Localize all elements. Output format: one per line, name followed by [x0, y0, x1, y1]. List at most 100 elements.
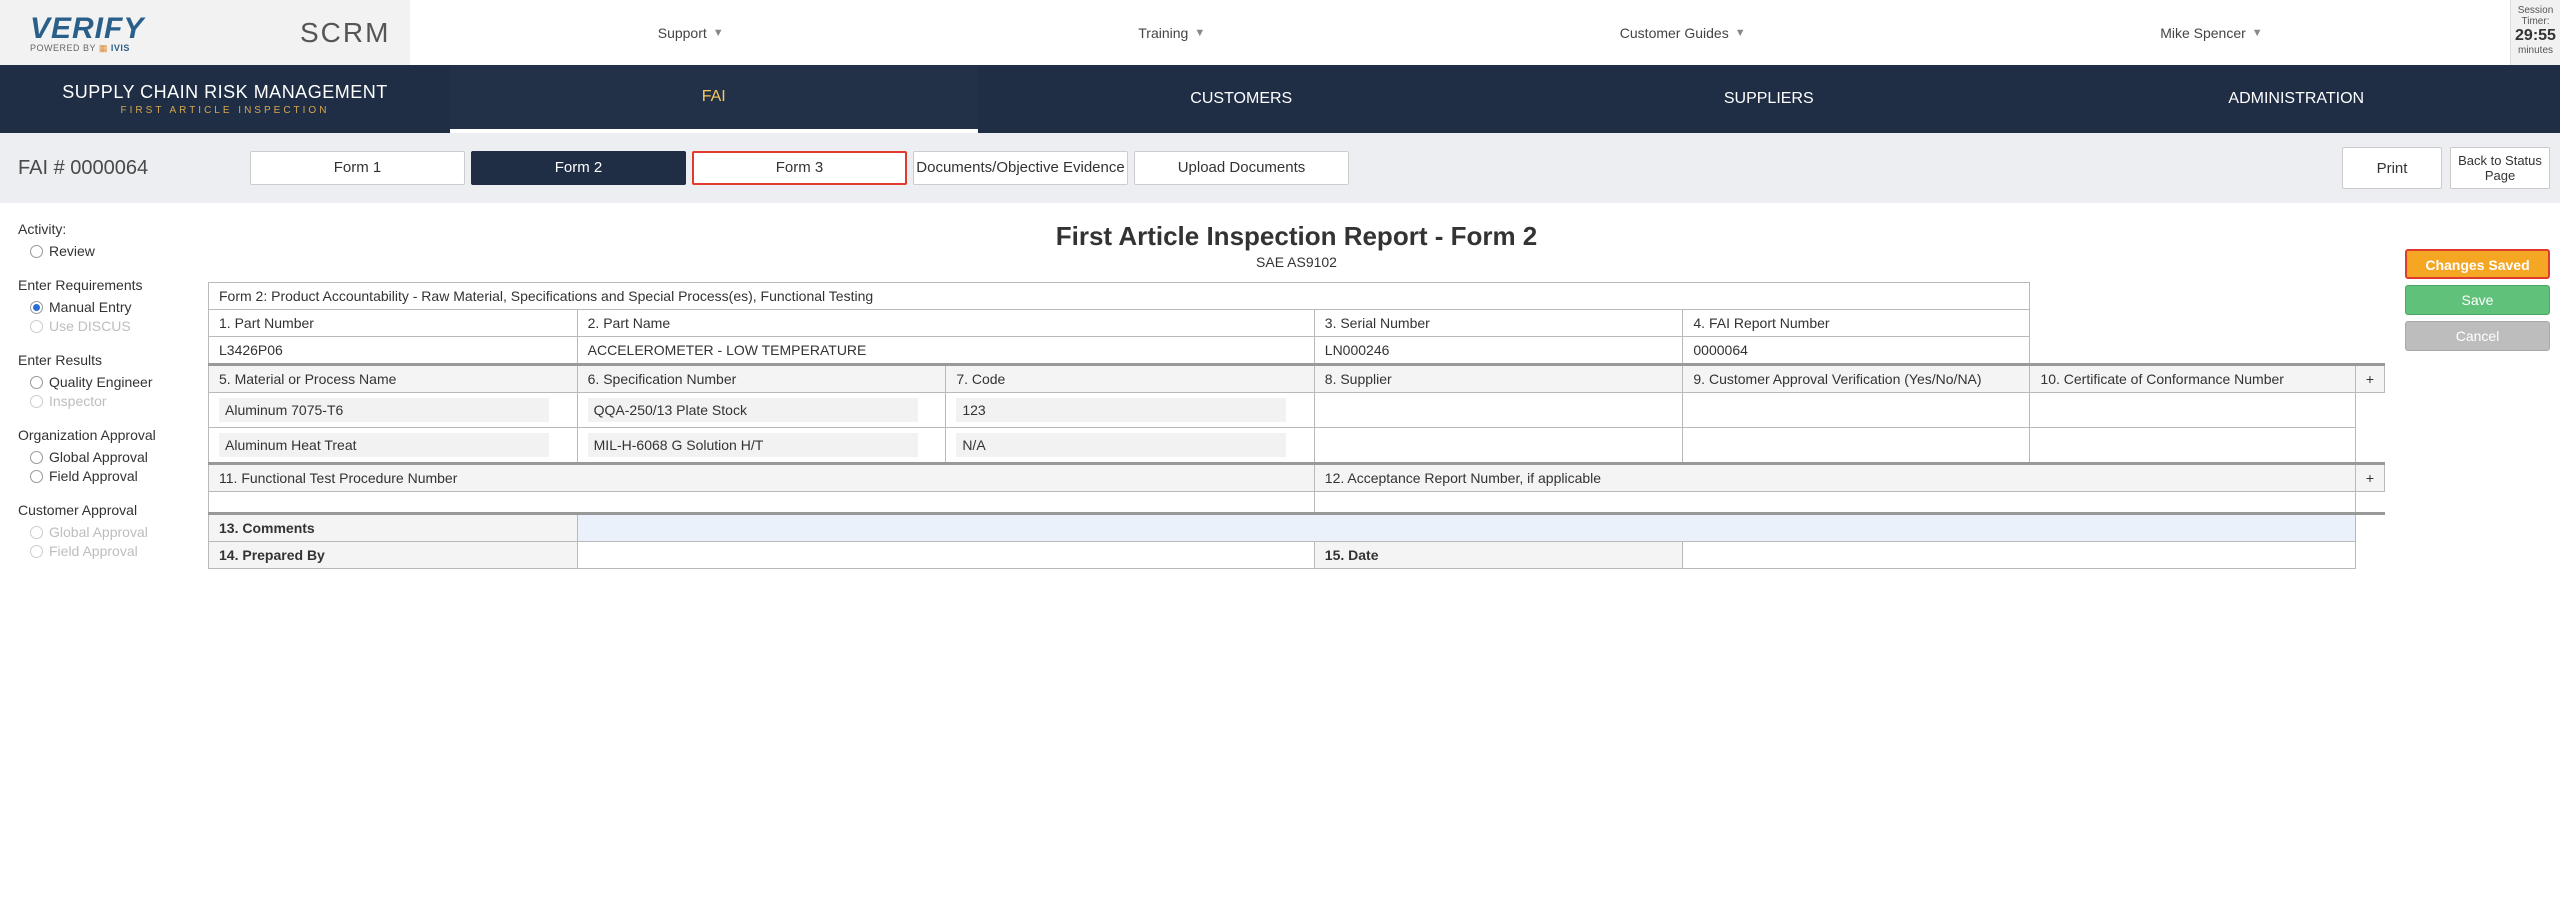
hdr-supplier: 8. Supplier: [1314, 365, 1683, 393]
opt-org-global-approval[interactable]: Global Approval: [30, 449, 188, 465]
opt-manual-entry[interactable]: Manual Entry: [30, 299, 188, 315]
hdr-prepared-by: 14. Prepared By: [209, 542, 578, 569]
val-part-number: L3426P06: [209, 337, 578, 365]
radio-icon: [30, 545, 43, 558]
hdr-material: 5. Material or Process Name: [209, 365, 578, 393]
nav-guides[interactable]: Customer Guides▼: [1620, 25, 1746, 41]
radio-icon: [30, 526, 43, 539]
chevron-down-icon: ▼: [2252, 27, 2263, 39]
module-tabs: FAI CUSTOMERS SUPPLIERS ADMINISTRATION: [450, 65, 2560, 133]
hdr-acceptance-report: 12. Acceptance Report Number, if applica…: [1314, 464, 2355, 492]
add-functional-row-button[interactable]: +: [2355, 464, 2384, 492]
logo-text: VERIFY: [30, 12, 144, 46]
org-approval-label: Organization Approval: [18, 427, 188, 443]
nav-user[interactable]: Mike Spencer▼: [2160, 25, 2262, 41]
tab-customers[interactable]: CUSTOMERS: [978, 65, 1506, 133]
radio-icon: [30, 395, 43, 408]
row1-coc[interactable]: [2030, 393, 2355, 428]
form-title: First Article Inspection Report - Form 2: [208, 221, 2385, 252]
cancel-button[interactable]: Cancel: [2405, 321, 2550, 351]
enter-requirements-label: Enter Requirements: [18, 277, 188, 293]
form-subtitle: SAE AS9102: [208, 254, 2385, 270]
back-to-status-button[interactable]: Back to Status Page: [2450, 147, 2550, 189]
form2-button[interactable]: Form 2: [471, 151, 686, 185]
chevron-down-icon: ▼: [1735, 27, 1746, 39]
radio-icon: [30, 245, 43, 258]
row2-supplier[interactable]: [1314, 428, 1683, 464]
logo-subtext: POWERED BY ▦ IVIS: [30, 43, 144, 54]
changes-saved-badge: Changes Saved: [2405, 249, 2550, 279]
opt-use-discus: Use DISCUS: [30, 318, 188, 334]
row1-material[interactable]: Aluminum 7075-T6: [219, 398, 549, 422]
nav-support[interactable]: Support▼: [658, 25, 724, 41]
top-nav: Support▼ Training▼ Customer Guides▼ Mike…: [410, 0, 2510, 65]
top-bar: VERIFY POWERED BY ▦ IVIS SCRM Support▼ T…: [0, 0, 2560, 65]
fai-id: FAI # 0000064: [10, 157, 250, 180]
chevron-down-icon: ▼: [1194, 27, 1205, 39]
activity-label: Activity:: [18, 221, 188, 237]
save-button[interactable]: Save: [2405, 285, 2550, 315]
tab-administration[interactable]: ADMINISTRATION: [2033, 65, 2560, 133]
val-functional-test[interactable]: [209, 492, 1315, 514]
hdr-cust-approval: 9. Customer Approval Verification (Yes/N…: [1683, 365, 2030, 393]
form-main: First Article Inspection Report - Form 2…: [208, 221, 2385, 569]
opt-org-field-approval[interactable]: Field Approval: [30, 468, 188, 484]
form-nav-right: Print Back to Status Page: [2342, 147, 2550, 189]
form-nav-buttons: Form 1 Form 2 Form 3 Documents/Objective…: [250, 151, 2342, 185]
tab-suppliers[interactable]: SUPPLIERS: [1505, 65, 2033, 133]
hdr-coc-number: 10. Certificate of Conformance Number: [2030, 365, 2355, 393]
module-nav: SUPPLY CHAIN RISK MANAGEMENT FIRST ARTIC…: [0, 65, 2560, 133]
val-acceptance-report[interactable]: [1314, 492, 2355, 514]
radio-icon: [30, 320, 43, 333]
tab-fai[interactable]: FAI: [450, 65, 978, 133]
row1-code[interactable]: 123: [956, 398, 1286, 422]
row1-supplier[interactable]: [1314, 393, 1683, 428]
brand-logo: VERIFY POWERED BY ▦ IVIS: [0, 0, 280, 65]
row2-coc[interactable]: [2030, 428, 2355, 464]
radio-icon: [30, 470, 43, 483]
hdr-functional-test: 11. Functional Test Procedure Number: [209, 464, 1315, 492]
radio-icon: [30, 301, 43, 314]
action-panel: Changes Saved Save Cancel: [2405, 249, 2550, 351]
radio-icon: [30, 451, 43, 464]
add-row-button[interactable]: +: [2355, 365, 2384, 393]
activity-sidebar: Activity: Review Enter Requirements Manu…: [18, 221, 188, 562]
nav-training[interactable]: Training▼: [1138, 25, 1205, 41]
hdr-serial-number: 3. Serial Number: [1314, 310, 1683, 337]
form3-button[interactable]: Form 3: [692, 151, 907, 185]
radio-icon: [30, 376, 43, 389]
enter-results-label: Enter Results: [18, 352, 188, 368]
chevron-down-icon: ▼: [713, 27, 724, 39]
val-date[interactable]: [1683, 542, 2355, 569]
module-title: SUPPLY CHAIN RISK MANAGEMENT FIRST ARTIC…: [0, 82, 450, 116]
val-prepared-by[interactable]: [577, 542, 1314, 569]
upload-documents-button[interactable]: Upload Documents: [1134, 151, 1349, 185]
opt-cust-global-approval: Global Approval: [30, 524, 188, 540]
hdr-date: 15. Date: [1314, 542, 1683, 569]
opt-review[interactable]: Review: [30, 243, 188, 259]
hdr-comments: 13. Comments: [209, 514, 578, 542]
row2-spec[interactable]: MIL-H-6068 G Solution H/T: [588, 433, 918, 457]
documents-button[interactable]: Documents/Objective Evidence: [913, 151, 1128, 185]
hdr-part-name: 2. Part Name: [577, 310, 1314, 337]
hdr-part-number: 1. Part Number: [209, 310, 578, 337]
hdr-spec-number: 6. Specification Number: [577, 365, 946, 393]
row1-spec[interactable]: QQA-250/13 Plate Stock: [588, 398, 918, 422]
print-button[interactable]: Print: [2342, 147, 2442, 189]
row1-approval[interactable]: [1683, 393, 2030, 428]
customer-approval-label: Customer Approval: [18, 502, 188, 518]
form1-button[interactable]: Form 1: [250, 151, 465, 185]
hdr-fai-report-number: 4. FAI Report Number: [1683, 310, 2030, 337]
opt-cust-field-approval: Field Approval: [30, 543, 188, 559]
opt-inspector: Inspector: [30, 393, 188, 409]
form-nav: FAI # 0000064 Form 1 Form 2 Form 3 Docum…: [0, 133, 2560, 203]
opt-quality-engineer[interactable]: Quality Engineer: [30, 374, 188, 390]
row2-material[interactable]: Aluminum Heat Treat: [219, 433, 549, 457]
val-comments[interactable]: [577, 514, 2355, 542]
session-timer: Session Timer: 29:55 minutes: [2510, 0, 2560, 65]
val-part-name: ACCELEROMETER - LOW TEMPERATURE: [577, 337, 1314, 365]
form-section-header: Form 2: Product Accountability - Raw Mat…: [209, 283, 2030, 310]
row2-approval[interactable]: [1683, 428, 2030, 464]
val-serial-number: LN000246: [1314, 337, 1683, 365]
row2-code[interactable]: N/A: [956, 433, 1286, 457]
